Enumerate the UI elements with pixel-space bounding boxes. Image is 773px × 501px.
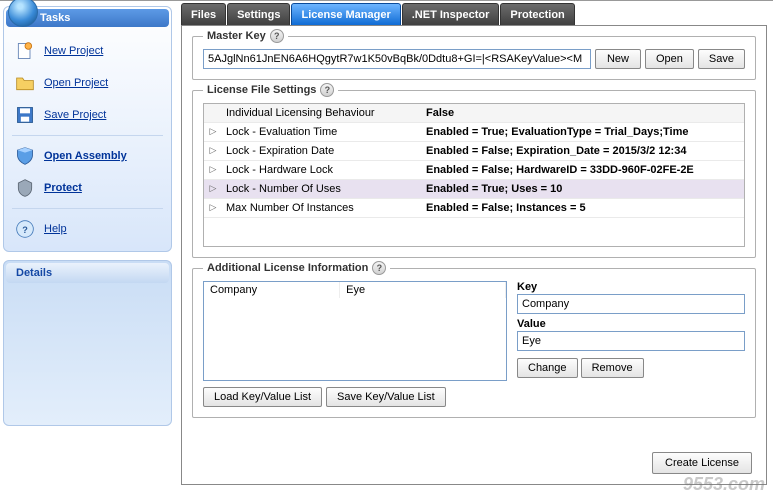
- expand-icon[interactable]: ▷: [204, 161, 222, 179]
- details-title: Details: [6, 263, 169, 283]
- setting-value: Enabled = True; Uses = 10: [422, 180, 744, 198]
- new-button[interactable]: New: [595, 49, 641, 69]
- key-label: Key: [517, 281, 745, 293]
- setting-value: Enabled = False; Expiration_Date = 2015/…: [422, 142, 744, 160]
- expand-icon[interactable]: [204, 104, 222, 122]
- task-link[interactable]: Help: [44, 223, 67, 235]
- sidebar-item-new-project[interactable]: New Project: [10, 35, 165, 67]
- table-row[interactable]: ▷Lock - Evaluation TimeEnabled = True; E…: [204, 123, 744, 142]
- tab-license-manager[interactable]: License Manager: [291, 3, 400, 25]
- license-settings-legend: License File Settings: [207, 84, 316, 96]
- task-link[interactable]: New Project: [44, 45, 103, 57]
- help-icon[interactable]: ?: [372, 261, 386, 275]
- setting-value: Enabled = False; HardwareID = 33DD-960F-…: [422, 161, 744, 179]
- setting-name: Max Number Of Instances: [222, 199, 422, 217]
- key-input[interactable]: [517, 294, 745, 314]
- setting-value: False: [422, 104, 744, 122]
- tab-protection[interactable]: Protection: [500, 3, 574, 25]
- change-button[interactable]: Change: [517, 358, 578, 378]
- keyvalue-form: Key Value Change Remove: [517, 281, 745, 381]
- table-row[interactable]: Individual Licensing BehaviourFalse: [204, 104, 744, 123]
- setting-name: Lock - Expiration Date: [222, 142, 422, 160]
- details-panel: Details: [3, 260, 172, 426]
- value-label: Value: [517, 318, 745, 330]
- license-settings-group: License File Settings ? Individual Licen…: [192, 90, 756, 258]
- app-logo-icon: [8, 0, 38, 27]
- svg-text:?: ?: [22, 225, 28, 235]
- master-key-input[interactable]: [203, 49, 591, 69]
- sidebar: Tasks New Project Open Project Save Projec…: [0, 1, 175, 501]
- setting-name: Individual Licensing Behaviour: [222, 104, 422, 122]
- setting-value: Enabled = True; EvaluationType = Trial_D…: [422, 123, 744, 141]
- settings-grid[interactable]: Individual Licensing BehaviourFalse▷Lock…: [203, 103, 745, 247]
- help-icon[interactable]: ?: [270, 29, 284, 43]
- setting-value: Enabled = False; Instances = 5: [422, 199, 744, 217]
- kv-key-cell: Company: [204, 282, 340, 298]
- table-row[interactable]: ▷Lock - Expiration DateEnabled = False; …: [204, 142, 744, 161]
- tab-content: Master Key ? New Open Save License File …: [181, 25, 767, 485]
- task-icon: [14, 104, 36, 126]
- save-button[interactable]: Save: [698, 49, 745, 69]
- table-row[interactable]: ▷Lock - Hardware LockEnabled = False; Ha…: [204, 161, 744, 180]
- main-content: FilesSettingsLicense Manager.NET Inspect…: [175, 1, 773, 501]
- task-link[interactable]: Save Project: [44, 109, 106, 121]
- sidebar-item-help[interactable]: ? Help: [10, 213, 165, 245]
- open-button[interactable]: Open: [645, 49, 694, 69]
- help-icon[interactable]: ?: [320, 83, 334, 97]
- sidebar-item-open-project[interactable]: Open Project: [10, 67, 165, 99]
- create-license-button[interactable]: Create License: [652, 452, 752, 474]
- expand-icon[interactable]: ▷: [204, 142, 222, 160]
- kv-value-cell: Eye: [340, 282, 506, 298]
- keyvalue-list[interactable]: Company Eye: [203, 281, 507, 381]
- setting-name: Lock - Hardware Lock: [222, 161, 422, 179]
- task-icon: [14, 177, 36, 199]
- save-kv-button[interactable]: Save Key/Value List: [326, 387, 446, 407]
- task-icon: [14, 40, 36, 62]
- expand-icon[interactable]: ▷: [204, 180, 222, 198]
- setting-name: Lock - Evaluation Time: [222, 123, 422, 141]
- sidebar-item-protect[interactable]: Protect: [10, 172, 165, 204]
- remove-button[interactable]: Remove: [581, 358, 644, 378]
- expand-icon[interactable]: ▷: [204, 199, 222, 217]
- tabbar: FilesSettingsLicense Manager.NET Inspect…: [181, 3, 773, 25]
- task-icon: [14, 72, 36, 94]
- task-link[interactable]: Open Project: [44, 77, 108, 89]
- expand-icon[interactable]: ▷: [204, 123, 222, 141]
- task-icon: [14, 145, 36, 167]
- value-input[interactable]: [517, 331, 745, 351]
- task-icon: ?: [14, 218, 36, 240]
- table-row[interactable]: ▷Max Number Of InstancesEnabled = False;…: [204, 199, 744, 218]
- additional-info-group: Additional License Information ? Company…: [192, 268, 756, 418]
- sidebar-item-save-project[interactable]: Save Project: [10, 99, 165, 131]
- task-link[interactable]: Open Assembly: [44, 150, 127, 162]
- load-kv-button[interactable]: Load Key/Value List: [203, 387, 322, 407]
- master-key-group: Master Key ? New Open Save: [192, 36, 756, 80]
- setting-name: Lock - Number Of Uses: [222, 180, 422, 198]
- tasks-title: Tasks: [40, 12, 70, 24]
- tasks-header: Tasks: [6, 9, 169, 27]
- tasks-panel: Tasks New Project Open Project Save Projec…: [3, 6, 172, 252]
- sidebar-item-open-assembly[interactable]: Open Assembly: [10, 140, 165, 172]
- task-link[interactable]: Protect: [44, 182, 82, 194]
- master-key-legend: Master Key: [207, 30, 266, 42]
- table-row[interactable]: ▷Lock - Number Of UsesEnabled = True; Us…: [204, 180, 744, 199]
- tab--net-inspector[interactable]: .NET Inspector: [402, 3, 500, 25]
- additional-info-legend: Additional License Information: [207, 262, 368, 274]
- tab-settings[interactable]: Settings: [227, 3, 290, 25]
- list-item: Company Eye: [204, 282, 506, 298]
- tab-files[interactable]: Files: [181, 3, 226, 25]
